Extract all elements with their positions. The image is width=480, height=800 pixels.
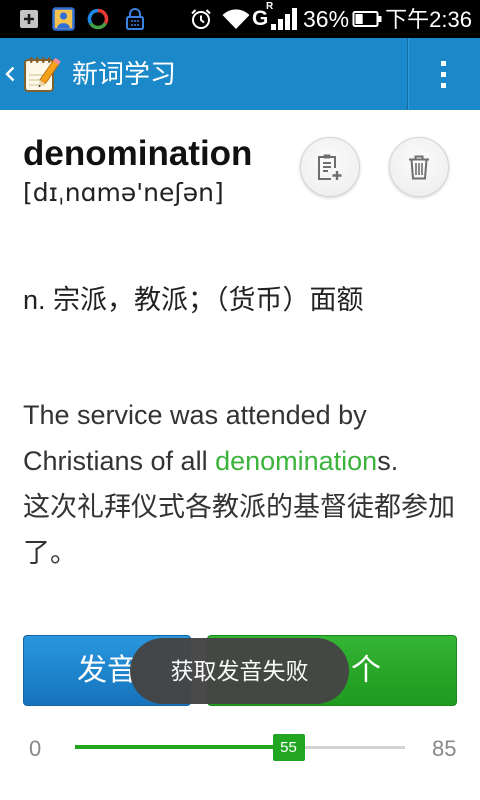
contacts-photo-icon <box>52 7 75 31</box>
page-title: 新词学习 <box>72 59 177 89</box>
add-box-icon <box>19 10 39 28</box>
example-english-suffix: s. <box>377 446 399 476</box>
definition: n. 宗派，教派；（货币）面额 <box>23 285 364 315</box>
battery-icon <box>352 9 383 29</box>
notebook-pencil-icon <box>23 55 61 93</box>
trash-icon <box>404 152 434 182</box>
example-sentence: The service was attended by Christians o… <box>23 392 463 576</box>
slider-min-label: 0 <box>29 736 42 761</box>
headword: denomination <box>23 134 253 173</box>
delete-word-button[interactable] <box>389 137 449 197</box>
clock: 下午2:36 <box>385 7 472 32</box>
overflow-menu-icon <box>441 61 446 88</box>
slider-max-label: 85 <box>432 736 457 761</box>
battery-level-fill <box>355 14 363 24</box>
app-bar: 新词学习 <box>0 38 480 110</box>
up-navigation-button[interactable] <box>0 38 66 110</box>
status-bar: G R 36% 下午2:36 <box>0 0 480 38</box>
add-to-notebook-icon <box>315 152 345 182</box>
wifi-icon <box>221 7 251 30</box>
example-english: The service was attended by Christians o… <box>23 400 398 476</box>
overflow-menu-button[interactable] <box>409 38 480 110</box>
highlighted-word: denomination <box>215 446 378 476</box>
signal-icon <box>270 8 300 30</box>
pronounce-button-label: 发音 <box>77 654 137 687</box>
battery-percent: 36% <box>303 6 350 32</box>
back-chevron-icon <box>5 66 15 82</box>
slider-thumb[interactable]: 55 <box>272 734 305 761</box>
phonetic: [dɪˌnɑmə'neʃən] <box>23 178 224 207</box>
sync-icon <box>86 7 110 31</box>
slider-fill <box>75 745 289 749</box>
example-translation: 这次礼拜仪式各教派的基督徒都参加了。 <box>23 492 455 568</box>
lock-icon <box>123 6 147 31</box>
alarm-icon <box>189 7 213 31</box>
toast-message: 获取发音失败 <box>130 638 349 704</box>
next-word-button-label: 个 <box>351 654 381 687</box>
add-to-notebook-button[interactable] <box>300 137 360 197</box>
